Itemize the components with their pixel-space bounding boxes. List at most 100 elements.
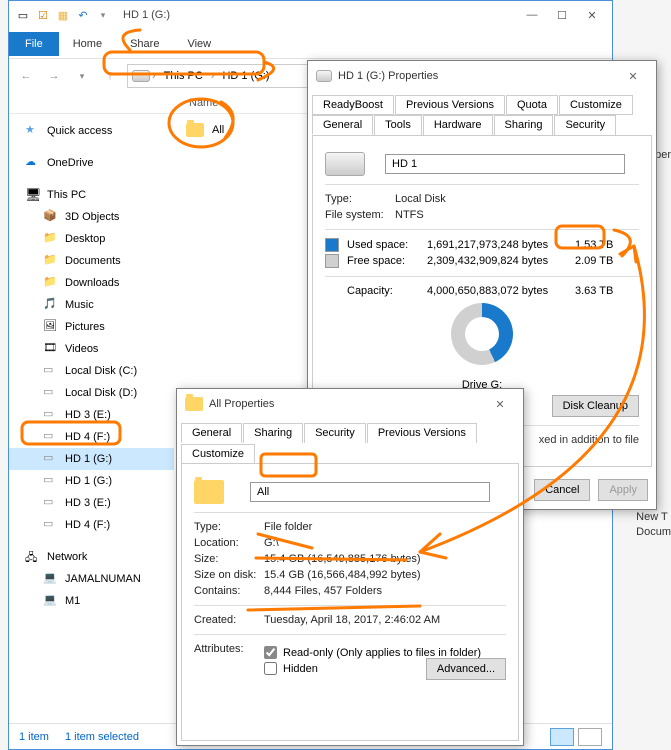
i-net bbox=[25, 549, 41, 565]
back-button[interactable]: ← bbox=[15, 65, 37, 87]
view-large-icon[interactable] bbox=[578, 728, 602, 746]
sidebar-item[interactable]: Network bbox=[9, 546, 174, 568]
tab-home[interactable]: Home bbox=[59, 32, 116, 56]
ribbon-tabs: File Home Share View bbox=[9, 29, 612, 59]
maximize-button[interactable]: ☐ bbox=[548, 5, 576, 25]
sidebar-item[interactable]: Quick access bbox=[9, 120, 174, 142]
value-size-on-disk: 15.4 GB (16,566,484,992 bytes) bbox=[264, 569, 421, 581]
sidebar-item[interactable]: JAMALNUMAN bbox=[9, 568, 174, 590]
sidebar-item[interactable]: M1 bbox=[9, 590, 174, 612]
tab-hardware[interactable]: Hardware bbox=[423, 115, 493, 135]
tab-customize[interactable]: Customize bbox=[181, 444, 255, 463]
label-capacity: Capacity: bbox=[347, 285, 419, 297]
window-controls: — ☐ ✕ bbox=[518, 5, 606, 25]
sidebar-item[interactable]: 3D Objects bbox=[9, 206, 174, 228]
tab-tools[interactable]: Tools bbox=[374, 115, 422, 135]
recent-dropdown-icon[interactable]: ▾ bbox=[71, 65, 93, 87]
folder-properties-dialog: All Properties ✕ General Sharing Securit… bbox=[176, 388, 524, 746]
value-capacity-bytes: 4,000,650,883,072 bytes bbox=[427, 285, 567, 297]
forward-button[interactable]: → bbox=[43, 65, 65, 87]
label-used: Used space: bbox=[347, 239, 419, 251]
tab-security[interactable]: Security bbox=[554, 115, 616, 135]
label-fs: File system: bbox=[325, 209, 395, 221]
quick-access-toolbar: ▭ ☑ ▦ ↶ ▾ bbox=[15, 7, 111, 23]
minimize-button[interactable]: — bbox=[518, 5, 546, 25]
tab-readyboost[interactable]: ReadyBoost bbox=[312, 95, 394, 115]
sidebar-item-label: Downloads bbox=[65, 277, 119, 289]
sidebar-item[interactable]: Documents bbox=[9, 250, 174, 272]
value-type: Local Disk bbox=[395, 193, 446, 205]
value-location: G:\ bbox=[264, 537, 279, 549]
sidebar-item-label: Desktop bbox=[65, 233, 105, 245]
sidebar-item-label: Network bbox=[47, 551, 87, 563]
sidebar-item[interactable]: HD 3 (E:) bbox=[9, 492, 174, 514]
i-star bbox=[25, 123, 41, 139]
sidebar-item-label: 3D Objects bbox=[65, 211, 119, 223]
tab-quota[interactable]: Quota bbox=[506, 95, 558, 115]
breadcrumb-this-pc[interactable]: This PC bbox=[158, 68, 209, 84]
i-drive bbox=[43, 473, 59, 489]
close-button[interactable]: ✕ bbox=[578, 5, 606, 25]
tab-file[interactable]: File bbox=[9, 32, 59, 56]
sidebar-item[interactable]: HD 4 (F:) bbox=[9, 426, 174, 448]
sidebar-item[interactable]: Local Disk (C:) bbox=[9, 360, 174, 382]
label-size: Size: bbox=[194, 553, 264, 565]
qat-icon-newfolder[interactable]: ▦ bbox=[55, 7, 71, 23]
sidebar-item[interactable]: Desktop bbox=[9, 228, 174, 250]
sidebar-item[interactable]: OneDrive bbox=[9, 152, 174, 174]
sidebar-item[interactable]: Local Disk (D:) bbox=[9, 382, 174, 404]
view-details-icon[interactable] bbox=[550, 728, 574, 746]
qat-icon-properties[interactable]: ☑ bbox=[35, 7, 51, 23]
tabs-row-2: ReadyBoost Previous Versions Quota Custo… bbox=[308, 91, 656, 115]
tabs-row-1: General Tools Hardware Sharing Security bbox=[308, 115, 656, 135]
apply-button[interactable]: Apply bbox=[598, 479, 648, 501]
i-drive bbox=[43, 385, 59, 401]
close-button[interactable]: ✕ bbox=[618, 70, 648, 83]
qat-icon-undo[interactable]: ↶ bbox=[75, 7, 91, 23]
advanced-button[interactable]: Advanced... bbox=[426, 658, 506, 680]
sidebar-item[interactable]: HD 1 (G:) bbox=[9, 470, 174, 492]
tab-share[interactable]: Share bbox=[116, 32, 173, 56]
qat-icon-explorer[interactable]: ▭ bbox=[15, 7, 31, 23]
sidebar-item[interactable]: Downloads bbox=[9, 272, 174, 294]
sidebar-item[interactable]: HD 4 (F:) bbox=[9, 514, 174, 536]
dialog-title: HD 1 (G:) Properties bbox=[338, 70, 438, 82]
sidebar-item-label: Music bbox=[65, 299, 94, 311]
sidebar-item[interactable]: HD 1 (G:) bbox=[9, 448, 174, 470]
cancel-button[interactable]: Cancel bbox=[534, 479, 590, 501]
value-capacity-hr: 3.63 TB bbox=[575, 285, 613, 297]
sidebar-item-label: JAMALNUMAN bbox=[65, 573, 141, 585]
tab-previous-versions[interactable]: Previous Versions bbox=[367, 423, 477, 443]
sidebar-item-label: HD 4 (F:) bbox=[65, 431, 110, 443]
tab-previous-versions[interactable]: Previous Versions bbox=[395, 95, 505, 115]
breadcrumb-hd1[interactable]: HD 1 (G:) bbox=[216, 68, 275, 84]
nav-sidebar: Quick access OneDrive This PC 3D Objects Des… bbox=[9, 114, 174, 723]
qat-dropdown-icon[interactable]: ▾ bbox=[95, 7, 111, 23]
tab-general[interactable]: General bbox=[181, 423, 242, 443]
i-drive bbox=[43, 495, 59, 511]
tab-sharing[interactable]: Sharing bbox=[494, 115, 554, 135]
sidebar-item[interactable]: This PC bbox=[9, 184, 174, 206]
tab-view[interactable]: View bbox=[173, 32, 225, 56]
sidebar-item[interactable]: HD 3 (E:) bbox=[9, 404, 174, 426]
sidebar-item[interactable]: Videos bbox=[9, 338, 174, 360]
sidebar-item[interactable]: Music bbox=[9, 294, 174, 316]
up-button[interactable]: ↑ bbox=[99, 65, 121, 87]
tab-general[interactable]: General bbox=[312, 115, 373, 135]
close-button[interactable]: ✕ bbox=[485, 398, 515, 411]
folder-name-input[interactable] bbox=[250, 482, 490, 502]
value-used-bytes: 1,691,217,973,248 bytes bbox=[427, 239, 567, 251]
sidebar-item[interactable]: Pictures bbox=[9, 316, 174, 338]
drive-name-input[interactable] bbox=[385, 154, 625, 174]
tab-sharing[interactable]: Sharing bbox=[243, 423, 303, 443]
clipped-text: New TDocum bbox=[636, 510, 671, 541]
sidebar-item-label: Local Disk (C:) bbox=[65, 365, 137, 377]
sidebar-item-label: Pictures bbox=[65, 321, 105, 333]
disk-cleanup-button[interactable]: Disk Cleanup bbox=[552, 395, 639, 417]
clipped-text: per bbox=[655, 149, 671, 161]
tab-security[interactable]: Security bbox=[304, 423, 366, 443]
tab-customize[interactable]: Customize bbox=[559, 95, 633, 115]
value-size: 15.4 GB (16,549,885,176 bytes) bbox=[264, 553, 421, 565]
i-drive bbox=[43, 407, 59, 423]
i-folder bbox=[43, 253, 59, 269]
